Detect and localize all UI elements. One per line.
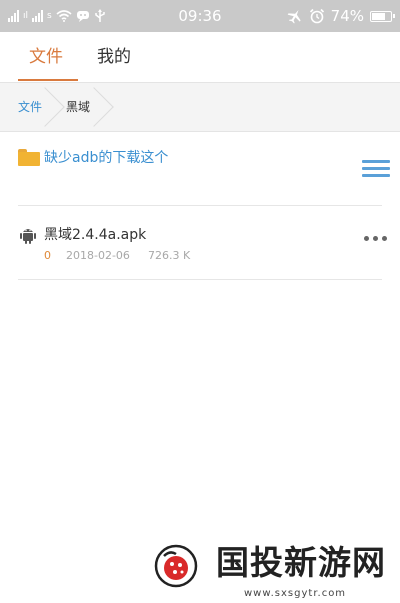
alarm-icon <box>309 8 324 24</box>
status-right-icons: 74% <box>287 7 395 25</box>
breadcrumb-root[interactable]: 文件 <box>18 83 42 131</box>
breadcrumb-current[interactable]: 黑域 <box>66 83 90 131</box>
watermark-title: 国投新游网 <box>216 543 386 582</box>
folder-row[interactable]: 缺少adb的下载这个 <box>0 132 400 206</box>
tab-files[interactable]: 文件 <box>29 46 63 68</box>
divider <box>18 205 382 206</box>
tab-bar: 文件 我的 <box>0 32 400 82</box>
active-tab-indicator <box>18 79 78 81</box>
watermark-url: www.sxsgytr.com <box>244 588 347 599</box>
breadcrumb: 文件 黑域 <box>0 82 400 132</box>
tab-mine[interactable]: 我的 <box>97 46 131 68</box>
android-icon <box>20 229 36 244</box>
file-count: 0 <box>44 249 51 262</box>
breadcrumb-track <box>0 83 400 131</box>
airplane-icon <box>287 9 301 24</box>
file-name[interactable]: 黑域2.4.4a.apk <box>44 226 146 244</box>
battery-percent: 74% <box>330 7 364 25</box>
folder-name[interactable]: 缺少adb的下载这个 <box>44 148 168 168</box>
divider <box>18 279 382 280</box>
list-item[interactable]: 黑域2.4.4a.apk 0 2018-02-06 726.3 K <box>0 216 400 280</box>
status-bar: ıl s 09:36 74% <box>0 0 400 32</box>
hamburger-menu-icon[interactable] <box>362 160 390 178</box>
folder-icon <box>18 149 40 166</box>
battery-icon <box>370 10 395 22</box>
watermark: 国投新游网 www.sxsgytr.com <box>150 540 400 603</box>
more-options-icon[interactable] <box>364 236 390 246</box>
watermark-logo-icon <box>154 544 198 588</box>
file-size: 726.3 K <box>148 249 191 262</box>
file-date: 2018-02-06 <box>66 249 130 262</box>
battery-level-fill <box>372 12 385 20</box>
